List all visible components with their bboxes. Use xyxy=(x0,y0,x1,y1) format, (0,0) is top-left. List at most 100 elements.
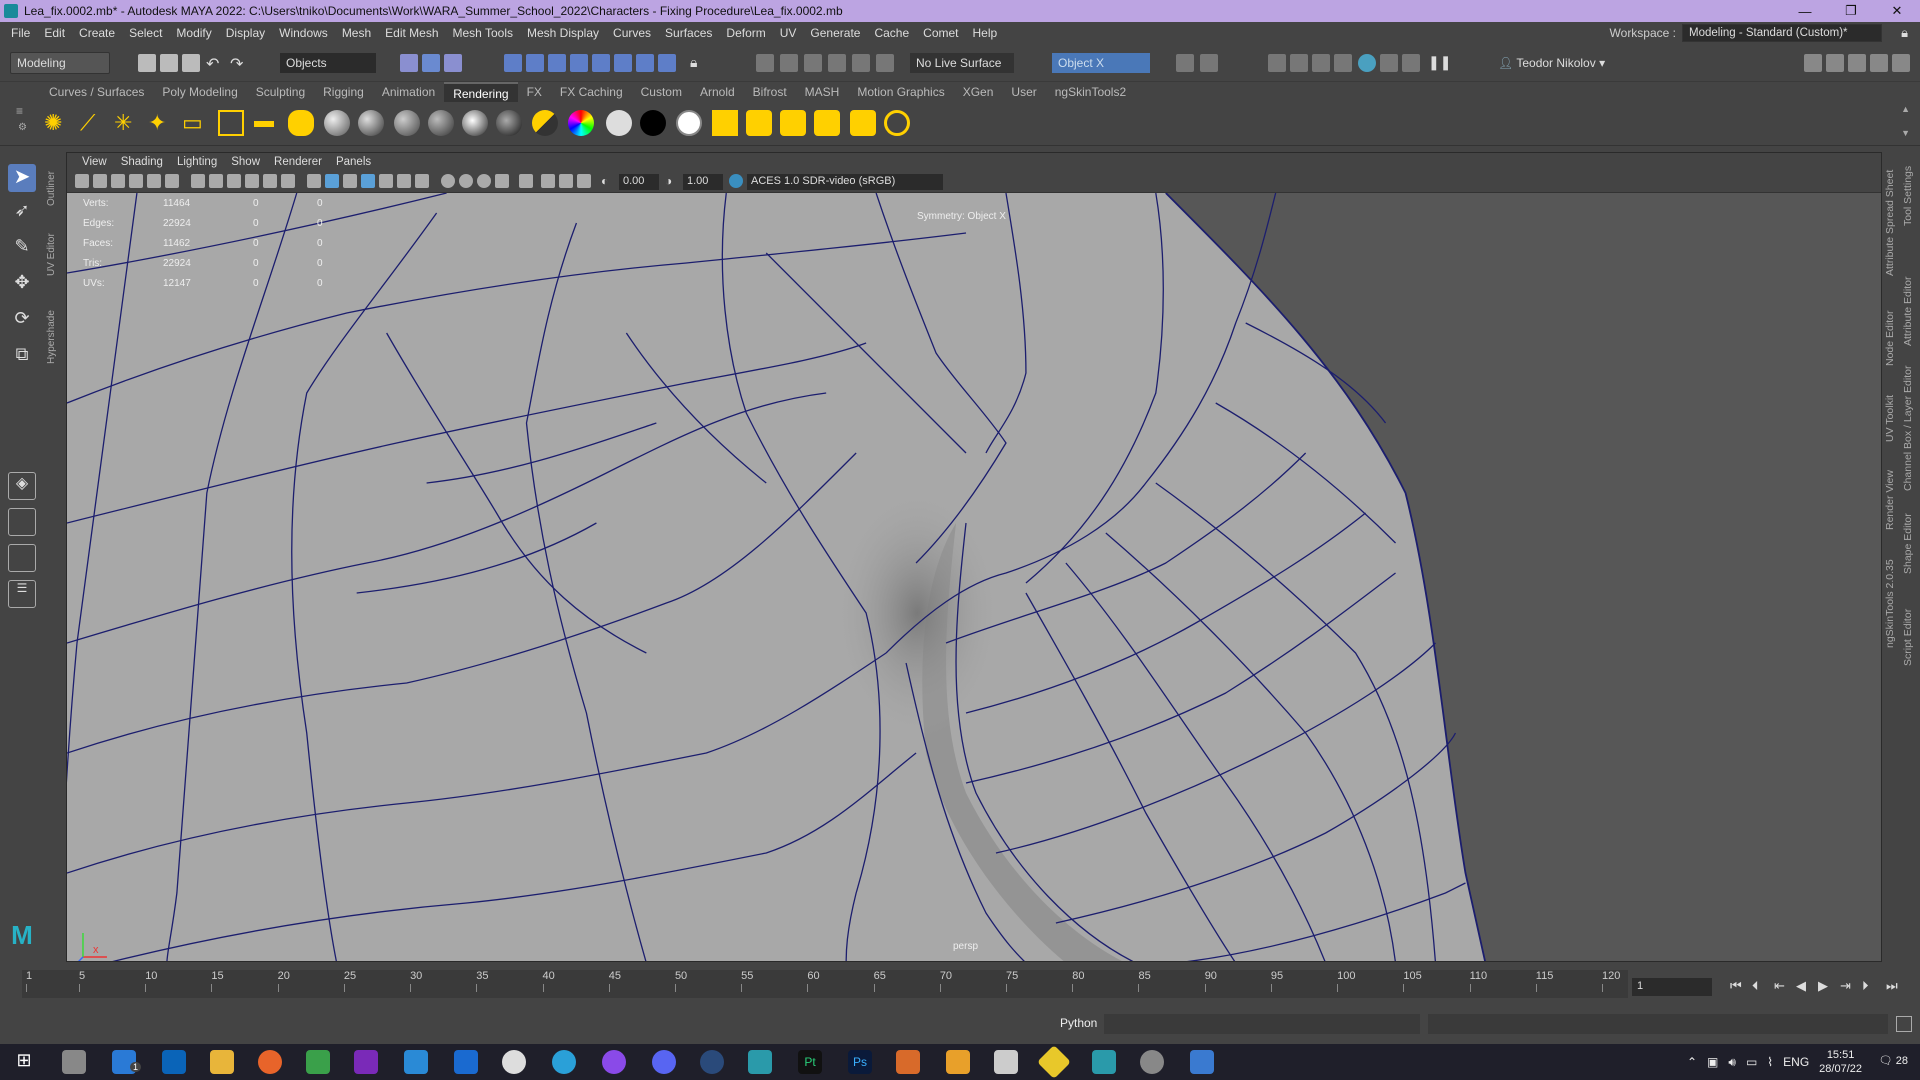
outliner-tab[interactable]: Outliner xyxy=(46,171,57,206)
menu-deform[interactable]: Deform xyxy=(719,26,772,40)
workspace-dropdown[interactable]: Modeling - Standard (Custom)* xyxy=(1682,24,1882,42)
shelf-menu-icon[interactable]: ≡ xyxy=(16,104,23,118)
step-back-frame-icon[interactable]: ⏴ xyxy=(1752,978,1759,994)
color-picker-icon[interactable] xyxy=(568,110,594,136)
construction-history-icon[interactable] xyxy=(756,54,774,72)
shelf-scroll-down-icon[interactable]: ▼ xyxy=(1901,128,1910,138)
select-component-icon[interactable] xyxy=(444,54,462,72)
xray-joints-icon[interactable] xyxy=(559,174,573,188)
snipping-tool-icon[interactable] xyxy=(1190,1050,1214,1074)
use-all-lights-icon[interactable] xyxy=(397,174,411,188)
command-input[interactable] xyxy=(1104,1014,1420,1034)
shelf-tab-animation[interactable]: Animation xyxy=(373,82,444,102)
shelf-settings-icon[interactable]: ⚙ xyxy=(18,122,27,133)
shelf-tab-fx-caching[interactable]: FX Caching xyxy=(551,82,632,102)
select-hierarchy-icon[interactable] xyxy=(400,54,418,72)
symmetry-dropdown[interactable]: Object X xyxy=(1052,53,1150,73)
shelf-tab-rendering[interactable]: Rendering xyxy=(444,82,518,102)
shelf-scroll-up-icon[interactable]: ▲ xyxy=(1901,104,1910,114)
menu-generate[interactable]: Generate xyxy=(803,26,867,40)
viewport-panel[interactable]: View Shading Lighting Show Renderer Pane… xyxy=(66,152,1882,962)
menu-help[interactable]: Help xyxy=(966,26,1005,40)
snap-together-icon[interactable] xyxy=(1402,54,1420,72)
menu-windows[interactable]: Windows xyxy=(272,26,335,40)
field-chart-icon[interactable] xyxy=(263,174,277,188)
lambert-shader-icon[interactable] xyxy=(324,110,350,136)
panel-menu-show[interactable]: Show xyxy=(224,156,267,168)
steam-icon[interactable] xyxy=(700,1050,724,1074)
menu-mesh-display[interactable]: Mesh Display xyxy=(520,26,606,40)
brave-icon[interactable] xyxy=(896,1050,920,1074)
shelf-tab-poly-modeling[interactable]: Poly Modeling xyxy=(153,82,246,102)
spot-light-icon[interactable]: ✦ xyxy=(148,110,174,136)
single-view-layout-icon[interactable]: ◈ xyxy=(8,472,36,500)
surface-shader-icon[interactable] xyxy=(428,110,454,136)
live-surface-field[interactable]: No Live Surface xyxy=(910,53,1014,73)
battery-icon[interactable]: ▭ xyxy=(1746,1055,1757,1069)
move-tool-icon[interactable]: ✥ xyxy=(8,272,36,300)
shelf-tab-bifrost[interactable]: Bifrost xyxy=(744,82,796,102)
messenger-icon[interactable] xyxy=(602,1050,626,1074)
menu-comet[interactable]: Comet xyxy=(916,26,965,40)
render-setup-shelf-icon[interactable] xyxy=(746,110,772,136)
language-indicator[interactable]: ENG xyxy=(1783,1055,1809,1069)
tray-chevron-icon[interactable]: ⌃ xyxy=(1687,1055,1697,1069)
notification-center[interactable]: 🗨︎ 28 xyxy=(1879,1054,1908,1067)
camera-select-icon[interactable] xyxy=(75,174,89,188)
select-tool-icon[interactable]: ➤ xyxy=(8,164,36,192)
ai-standard-surface-icon[interactable] xyxy=(462,110,488,136)
command-language-toggle[interactable]: Python xyxy=(1060,1016,1097,1030)
network-icon[interactable]: ▣ xyxy=(1707,1055,1718,1069)
shelf-tab-curves-surfaces[interactable]: Curves / Surfaces xyxy=(40,82,153,102)
shelf-tab-motion-graphics[interactable]: Motion Graphics xyxy=(848,82,953,102)
render-current-icon[interactable] xyxy=(1290,54,1308,72)
menu-curves[interactable]: Curves xyxy=(606,26,658,40)
outlook-icon[interactable] xyxy=(162,1050,186,1074)
selection-mask-dropdown[interactable]: Objects xyxy=(280,53,376,73)
batch-render-icon[interactable] xyxy=(814,110,840,136)
shelf-tab-fx[interactable]: FX xyxy=(518,82,551,102)
panel-menu-renderer[interactable]: Renderer xyxy=(267,156,329,168)
menu-select[interactable]: Select xyxy=(122,26,169,40)
discord-icon[interactable] xyxy=(652,1050,676,1074)
hypershade-tab[interactable]: Hypershade xyxy=(46,310,57,364)
snap-curve-icon[interactable] xyxy=(526,54,544,72)
windows-start-icon[interactable]: ⊞ xyxy=(12,1050,36,1074)
resolution-gate-icon[interactable] xyxy=(227,174,241,188)
camera-aim-icon[interactable] xyxy=(288,110,314,136)
two-d-pan-zoom-icon[interactable] xyxy=(147,174,161,188)
trello-icon[interactable] xyxy=(454,1050,478,1074)
monitor-icon[interactable] xyxy=(994,1050,1018,1074)
menu-edit[interactable]: Edit xyxy=(37,26,72,40)
shelf-tab-sculpting[interactable]: Sculpting xyxy=(247,82,314,102)
pause-icon[interactable]: ❚❚ xyxy=(1428,54,1451,72)
xray-icon[interactable] xyxy=(541,174,555,188)
input-line-icon[interactable] xyxy=(1176,54,1194,72)
wireframe-on-shaded-icon[interactable] xyxy=(361,174,375,188)
menuset-dropdown[interactable]: Modeling xyxy=(10,52,110,74)
photoshop-icon[interactable]: Ps xyxy=(848,1050,872,1074)
outliner-layout-icon[interactable]: ☰ xyxy=(8,580,36,608)
shelf-tab-user[interactable]: User xyxy=(1002,82,1045,102)
gamma-field[interactable]: 1.00 xyxy=(683,174,723,190)
menu-edit-mesh[interactable]: Edit Mesh xyxy=(378,26,445,40)
panel-menu-shading[interactable]: Shading xyxy=(114,156,170,168)
rotate-tool-icon[interactable]: ⟳ xyxy=(8,308,36,336)
lock-icon[interactable]: 🔒︎ xyxy=(1901,25,1908,41)
motion-blur-icon[interactable] xyxy=(459,174,473,188)
render-globals-icon[interactable] xyxy=(1334,54,1352,72)
shelf-tab-xgen[interactable]: XGen xyxy=(954,82,1003,102)
white-sphere-icon[interactable] xyxy=(606,110,632,136)
xray-components-icon[interactable] xyxy=(577,174,591,188)
redo-icon[interactable]: ↷ xyxy=(230,54,248,73)
menu-display[interactable]: Display xyxy=(219,26,272,40)
render-setup-icon[interactable] xyxy=(876,54,894,72)
snap-grid-icon[interactable] xyxy=(504,54,522,72)
menu-uv[interactable]: UV xyxy=(773,26,804,40)
smooth-shade-icon[interactable] xyxy=(325,174,339,188)
menu-file[interactable]: File xyxy=(4,26,37,40)
area-light-icon[interactable]: ▭ xyxy=(182,110,208,136)
maya-taskbar-icon[interactable] xyxy=(748,1050,772,1074)
step-forward-key-icon[interactable]: ⇥ xyxy=(1840,978,1851,994)
mesh-view[interactable]: x xyxy=(67,193,1881,962)
